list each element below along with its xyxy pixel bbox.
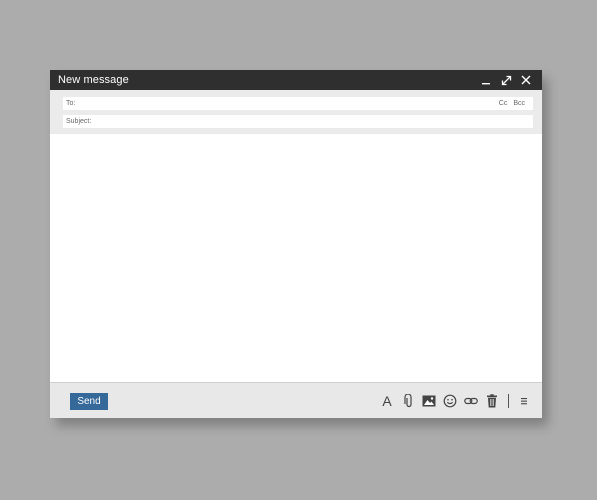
- window-title: New message: [58, 74, 129, 86]
- insert-link-button[interactable]: [463, 393, 479, 409]
- window-controls: [480, 70, 532, 90]
- to-label: To:: [66, 100, 76, 107]
- to-input[interactable]: [81, 98, 491, 109]
- close-button[interactable]: [520, 74, 532, 86]
- toolbar-tools: A: [374, 392, 532, 410]
- expand-icon: [501, 75, 511, 85]
- more-options-button[interactable]: [516, 393, 532, 409]
- insert-image-button[interactable]: [421, 393, 437, 409]
- minimize-icon: [482, 83, 490, 85]
- subject-input[interactable]: [93, 116, 523, 127]
- link-icon: [464, 397, 478, 405]
- discard-button[interactable]: [484, 393, 500, 409]
- subject-field: Subject:: [63, 115, 533, 128]
- message-body[interactable]: [50, 134, 542, 382]
- emoji-icon: [443, 394, 457, 408]
- title-bar: New message: [50, 70, 542, 90]
- to-field: To: Cc Bcc: [63, 97, 533, 110]
- close-icon: [521, 75, 531, 85]
- attachment-icon: [404, 394, 412, 408]
- attachment-button[interactable]: [400, 393, 416, 409]
- compose-window: New message To: Cc Bcc Subject: Send A: [50, 70, 542, 418]
- bcc-link[interactable]: Bcc: [513, 97, 525, 110]
- trash-icon: [487, 394, 497, 408]
- expand-button[interactable]: [500, 74, 512, 86]
- formatting-icon: A: [382, 393, 392, 409]
- image-icon: [422, 395, 436, 407]
- message-headers: To: Cc Bcc Subject:: [50, 90, 542, 134]
- cc-bcc-links: Cc Bcc: [499, 97, 525, 110]
- subject-label: Subject:: [66, 118, 92, 125]
- formatting-button[interactable]: A: [379, 393, 395, 409]
- cc-link[interactable]: Cc: [499, 97, 508, 110]
- more-options-icon: [521, 398, 527, 405]
- send-button[interactable]: Send: [70, 393, 108, 410]
- emoji-button[interactable]: [442, 393, 458, 409]
- compose-toolbar: Send A: [50, 382, 542, 418]
- toolbar-divider: [508, 394, 509, 408]
- minimize-button[interactable]: [480, 74, 492, 86]
